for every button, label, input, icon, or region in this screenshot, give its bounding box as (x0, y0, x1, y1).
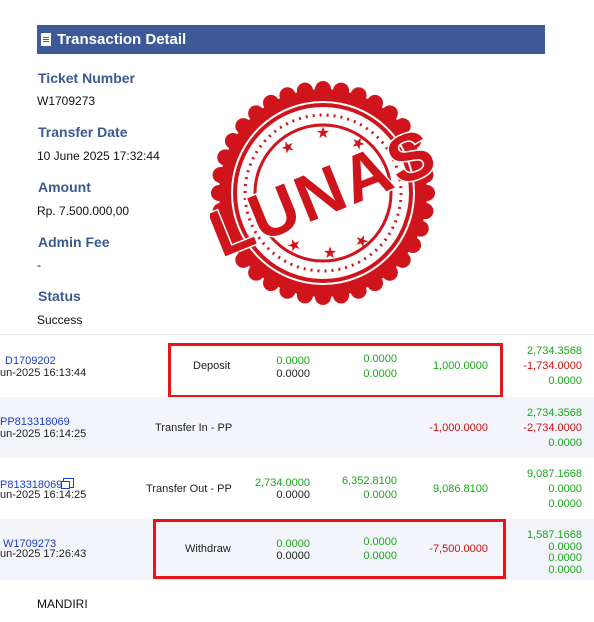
header-title: Transaction Detail (57, 31, 187, 48)
document-icon (41, 33, 51, 46)
debit-value: 2,734.0000 (254, 477, 310, 489)
status-value: Success (37, 313, 83, 327)
transaction-id-link[interactable]: PP813318069 (0, 416, 70, 428)
highlight-box (168, 343, 503, 398)
transaction-type: Transfer Out - PP (146, 483, 232, 495)
balance-value-3: 0.0000 (548, 437, 582, 449)
balance-value-2: -2,734.0000 (523, 422, 582, 434)
balance-value-2: 0.0000 (548, 483, 582, 495)
amount-value: Rp. 7.500.000,00 (37, 204, 130, 218)
ticket-number-value: W1709273 (37, 94, 96, 108)
table-row[interactable]: PP813318069 un-2025 16:14:25 Transfer In… (0, 397, 594, 458)
credit-value-2: 0.0000 (363, 489, 397, 501)
transaction-type: Transfer In - PP (155, 422, 233, 434)
transaction-date: un-2025 17:26:43 (0, 548, 87, 560)
balance-value-2: -1,734.0000 (523, 360, 582, 372)
debit-value-2: 0.0000 (276, 489, 310, 501)
balance-value-4: 0.0000 (548, 564, 582, 576)
highlight-box (153, 519, 506, 579)
admin-fee-label: Admin Fee (38, 234, 110, 250)
transaction-date: un-2025 16:14:25 (0, 489, 87, 501)
external-link-icon[interactable] (61, 478, 75, 489)
credit-value: 6,352.8100 (341, 475, 397, 487)
lunas-stamp: ★ ★ ★ ★ ★ ★ LUNAS (210, 81, 436, 305)
transaction-detail-header: Transaction Detail (37, 25, 545, 54)
balance-value-3: 0.0000 (548, 552, 582, 564)
balance-value-3: 0.0000 (548, 498, 582, 510)
amount-value: -1,000.0000 (429, 422, 488, 434)
balance-value: 1,587.1668 (526, 529, 582, 541)
svg-text:★: ★ (323, 243, 337, 262)
balance-value-3: 0.0000 (548, 375, 582, 387)
table-row[interactable]: P813318069 un-2025 16:14:25 Transfer Out… (0, 458, 594, 519)
balance-value: 2,734.3568 (526, 407, 582, 419)
svg-text:★: ★ (316, 123, 330, 142)
transaction-id-link[interactable]: D1709202 (5, 355, 56, 367)
transfer-date-label: Transfer Date (38, 124, 128, 140)
status-label: Status (38, 288, 81, 304)
amount-value: 9,086.8100 (432, 483, 488, 495)
admin-fee-value: - (37, 258, 41, 272)
ticket-number-label: Ticket Number (38, 70, 135, 86)
balance-value: 9,087.1668 (526, 468, 582, 480)
transaction-date: un-2025 16:14:25 (0, 428, 87, 440)
transfer-date-value: 10 June 2025 17:32:44 (37, 149, 160, 163)
amount-label: Amount (38, 179, 91, 195)
transaction-date: un-2025 16:13:44 (0, 367, 87, 379)
bank-name: MANDIRI (37, 597, 88, 611)
balance-value: 2,734.3568 (526, 345, 582, 357)
